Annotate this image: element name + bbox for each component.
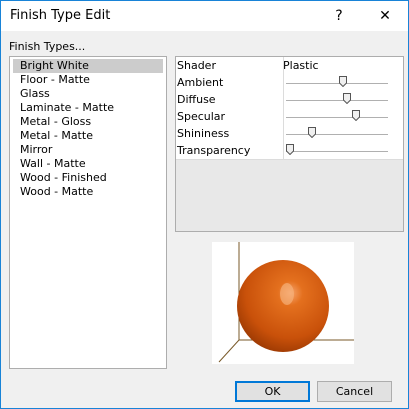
slider-track (286, 151, 388, 152)
column-divider (283, 125, 284, 143)
list-item[interactable]: Floor - Matte (13, 73, 163, 87)
property-label: Ambient (177, 76, 224, 89)
slider-track (286, 83, 388, 84)
column-divider (283, 108, 284, 126)
transparency-slider[interactable] (286, 142, 388, 159)
shader-value[interactable]: Plastic (283, 59, 319, 72)
property-label: Shininess (177, 127, 230, 140)
property-row-specular: Specular (176, 108, 403, 126)
list-item[interactable]: Wood - Finished (13, 171, 163, 185)
close-button[interactable]: ✕ (362, 1, 408, 31)
list-item[interactable]: Wall - Matte (13, 157, 163, 171)
list-item[interactable]: Metal - Matte (13, 129, 163, 143)
properties-grid: Shader Plastic Ambient Diffuse Specular Shi… (175, 56, 404, 232)
finish-types-list[interactable]: Bright White Floor - Matte Glass Laminate -… (9, 56, 167, 369)
property-row-ambient: Ambient (176, 74, 403, 92)
property-row-shininess: Shininess (176, 125, 403, 143)
shader-row[interactable]: Shader Plastic (176, 57, 403, 75)
material-preview (212, 242, 354, 364)
slider-thumb-icon[interactable] (286, 144, 294, 155)
cancel-button[interactable]: Cancel (317, 381, 392, 402)
ok-button[interactable]: OK (235, 381, 310, 402)
dialog-title: Finish Type Edit (10, 8, 111, 23)
slider-thumb-icon[interactable] (351, 110, 360, 121)
help-button[interactable]: ? (316, 1, 362, 31)
slider-thumb-icon[interactable] (307, 127, 316, 138)
property-label: Diffuse (177, 93, 216, 106)
list-item[interactable]: Wood - Matte (13, 185, 163, 199)
help-icon: ? (335, 8, 343, 24)
specular-slider[interactable] (286, 108, 388, 125)
slider-track (286, 117, 388, 118)
close-icon: ✕ (379, 8, 391, 24)
slider-thumb-icon[interactable] (338, 76, 347, 87)
diffuse-slider[interactable] (286, 91, 388, 108)
column-divider (283, 74, 284, 92)
list-item[interactable]: Bright White (13, 59, 163, 73)
column-divider (283, 142, 284, 160)
list-item[interactable]: Laminate - Matte (13, 101, 163, 115)
finish-types-label: Finish Types... (9, 40, 86, 53)
list-item[interactable]: Mirror (13, 143, 163, 157)
list-item[interactable]: Metal - Gloss (13, 115, 163, 129)
slider-thumb-icon[interactable] (343, 93, 352, 104)
property-row-transparency: Transparency (176, 142, 403, 160)
slider-track (286, 100, 388, 101)
dialog-window: Finish Type Edit ? ✕ Finish Types... Bri… (0, 0, 409, 409)
property-row-diffuse: Diffuse (176, 91, 403, 109)
property-label: Specular (177, 110, 226, 123)
shininess-slider[interactable] (286, 125, 388, 142)
title-bar: Finish Type Edit ? ✕ (1, 1, 408, 31)
shader-label: Shader (177, 59, 216, 72)
property-label: Transparency (177, 144, 251, 157)
column-divider (283, 91, 284, 109)
slider-track (286, 134, 388, 135)
list-item[interactable]: Glass (13, 87, 163, 101)
ambient-slider[interactable] (286, 74, 388, 91)
sphere-preview-image (218, 242, 354, 363)
